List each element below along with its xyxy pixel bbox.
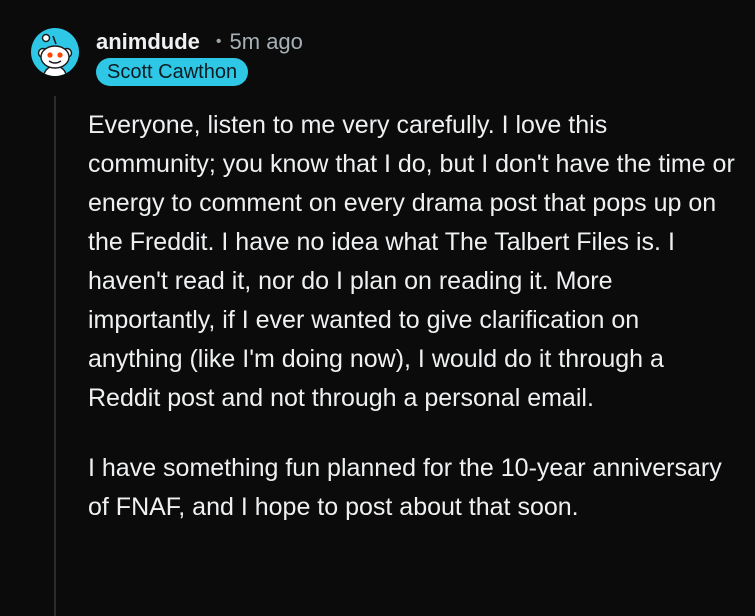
comment-paragraph: I have something fun planned for the 10-…	[88, 454, 722, 521]
thread-line[interactable]	[54, 96, 56, 616]
avatar[interactable]	[31, 28, 79, 76]
separator-dot: •	[215, 33, 222, 50]
username-link[interactable]: animdude	[96, 29, 200, 55]
comment-paragraph: Everyone, listen to me very carefully. I…	[88, 111, 735, 412]
comment-body: Everyone, listen to me very carefully. I…	[88, 106, 738, 527]
timestamp: 5m ago	[229, 29, 303, 54]
comment-card: animdude • 5m ago Scott Cawthon Everyone…	[0, 0, 755, 616]
user-flair-badge: Scott Cawthon	[96, 58, 249, 86]
reddit-snoo-icon	[37, 33, 73, 76]
comment-meta: animdude • 5m ago	[96, 28, 303, 56]
